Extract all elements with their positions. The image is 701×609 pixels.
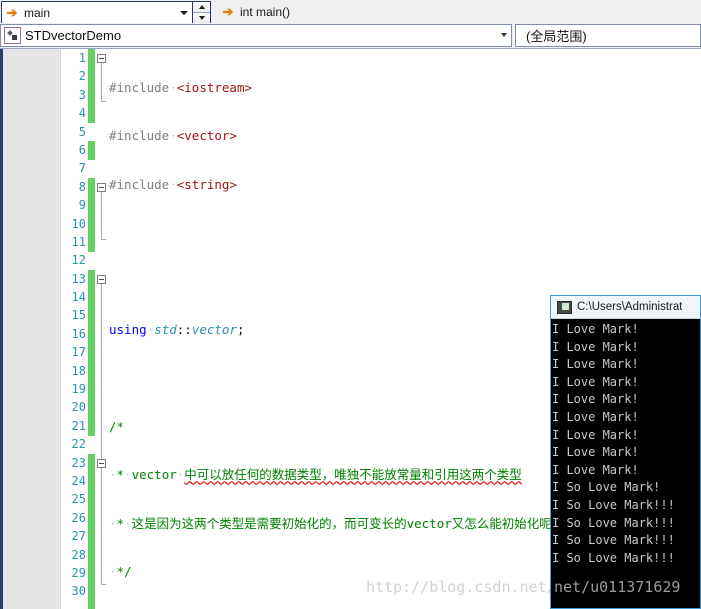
console-line: I Love Mark! xyxy=(552,392,639,407)
fold-toggle-for[interactable] xyxy=(97,459,106,468)
console-output: I Love Mark! I Love Mark! I Love Mark! I… xyxy=(551,319,700,608)
console-line: I So Love Mark!!! xyxy=(552,550,675,565)
line-number: 27 xyxy=(71,529,86,544)
spinner-up-button[interactable] xyxy=(193,2,210,12)
line-number: 2 xyxy=(78,69,86,84)
function-indicator[interactable]: ➔ int main() xyxy=(216,1,688,22)
line-number: 11 xyxy=(71,234,86,249)
console-line: I So Love Mark!!! xyxy=(552,533,675,548)
code-line: #include·<vector> xyxy=(109,128,237,144)
console-line: I Love Mark! xyxy=(552,322,639,336)
line-number: 13 xyxy=(71,271,86,286)
line-number: 1 xyxy=(78,51,86,65)
member-combo-group[interactable]: ➔ main xyxy=(1,1,211,24)
line-number: 12 xyxy=(71,253,86,268)
line-number: 24 xyxy=(71,473,86,488)
member-dropdown[interactable]: ➔ main xyxy=(2,2,192,23)
triangle-down-icon xyxy=(198,16,205,20)
line-number: 17 xyxy=(71,345,86,360)
console-line: I Love Mark! xyxy=(552,462,639,477)
line-number: 16 xyxy=(71,326,86,341)
line-number-gutter: 1 2 3 4 5 6 7 8 9 10 11 12 13 14 15 16 1… xyxy=(60,49,88,609)
line-number: 4 xyxy=(78,106,86,121)
scope-value: (全局范围) xyxy=(526,29,587,44)
line-number: 19 xyxy=(71,382,86,397)
line-number: 29 xyxy=(71,565,86,580)
line-number: 18 xyxy=(71,363,86,378)
console-line: I So Love Mark!!! xyxy=(552,497,675,512)
console-line: I Love Mark! xyxy=(552,339,639,354)
console-line: I Love Mark! xyxy=(552,357,639,372)
console-line: I Love Mark! xyxy=(552,445,639,460)
line-number: 14 xyxy=(71,290,86,305)
orange-arrow-icon: ➔ xyxy=(6,5,18,20)
member-dropdown-value: main xyxy=(24,5,51,20)
code-line: #include·<iostream> xyxy=(109,80,253,95)
line-number: 20 xyxy=(71,400,86,415)
console-window[interactable]: C:\Users\Administrat I Love Mark! I Love… xyxy=(550,295,701,609)
line-number: 28 xyxy=(71,547,86,562)
code-folding-column[interactable] xyxy=(96,49,109,609)
spinner-down-button[interactable] xyxy=(193,12,210,23)
line-number: 25 xyxy=(71,492,86,507)
line-number: 9 xyxy=(78,198,86,213)
line-number: 21 xyxy=(71,418,86,433)
line-number: 23 xyxy=(71,455,86,470)
project-icon xyxy=(4,27,21,44)
indicator-margin[interactable] xyxy=(3,49,61,609)
console-line: I So Love Mark!!! xyxy=(552,515,675,530)
line-number: 7 xyxy=(78,161,86,176)
scope-dropdown[interactable]: (全局范围) xyxy=(515,24,701,47)
line-number: 5 xyxy=(78,124,86,139)
line-number: 6 xyxy=(78,142,86,157)
console-title-bar[interactable]: C:\Users\Administrat xyxy=(551,296,700,319)
project-name: STDvectorDemo xyxy=(25,28,122,43)
console-line: I So Love Mark! xyxy=(552,480,661,495)
line-number: 15 xyxy=(71,308,86,323)
project-dropdown[interactable]: STDvectorDemo xyxy=(0,24,512,47)
chevron-down-icon[interactable] xyxy=(176,10,192,15)
console-window-icon xyxy=(557,300,572,314)
code-line: #include·<string> xyxy=(109,176,237,192)
navigation-bar: ➔ main ➔ int main() xyxy=(0,0,701,24)
line-number: 22 xyxy=(71,437,86,452)
member-spinner[interactable] xyxy=(192,2,210,23)
chevron-down-icon[interactable] xyxy=(501,33,507,37)
triangle-up-icon xyxy=(198,5,205,9)
line-number: 26 xyxy=(71,510,86,525)
fold-toggle-include[interactable] xyxy=(97,54,106,63)
fold-toggle-main[interactable] xyxy=(97,275,106,284)
console-line: I Love Mark! xyxy=(552,409,639,424)
line-number: 8 xyxy=(78,179,86,194)
console-line: I Love Mark! xyxy=(552,374,639,389)
console-line: I Love Mark! xyxy=(552,427,639,442)
function-indicator-value: int main() xyxy=(240,4,291,19)
console-title-text: C:\Users\Administrat xyxy=(577,301,683,313)
orange-arrow-icon: ➔ xyxy=(222,4,234,19)
line-number: 30 xyxy=(71,584,86,599)
line-number: 10 xyxy=(71,216,86,231)
scope-bar: STDvectorDemo (全局范围) xyxy=(0,23,701,49)
fold-toggle-comment[interactable] xyxy=(97,183,106,192)
line-number: 3 xyxy=(78,87,86,102)
change-tracking-bar xyxy=(88,49,95,609)
